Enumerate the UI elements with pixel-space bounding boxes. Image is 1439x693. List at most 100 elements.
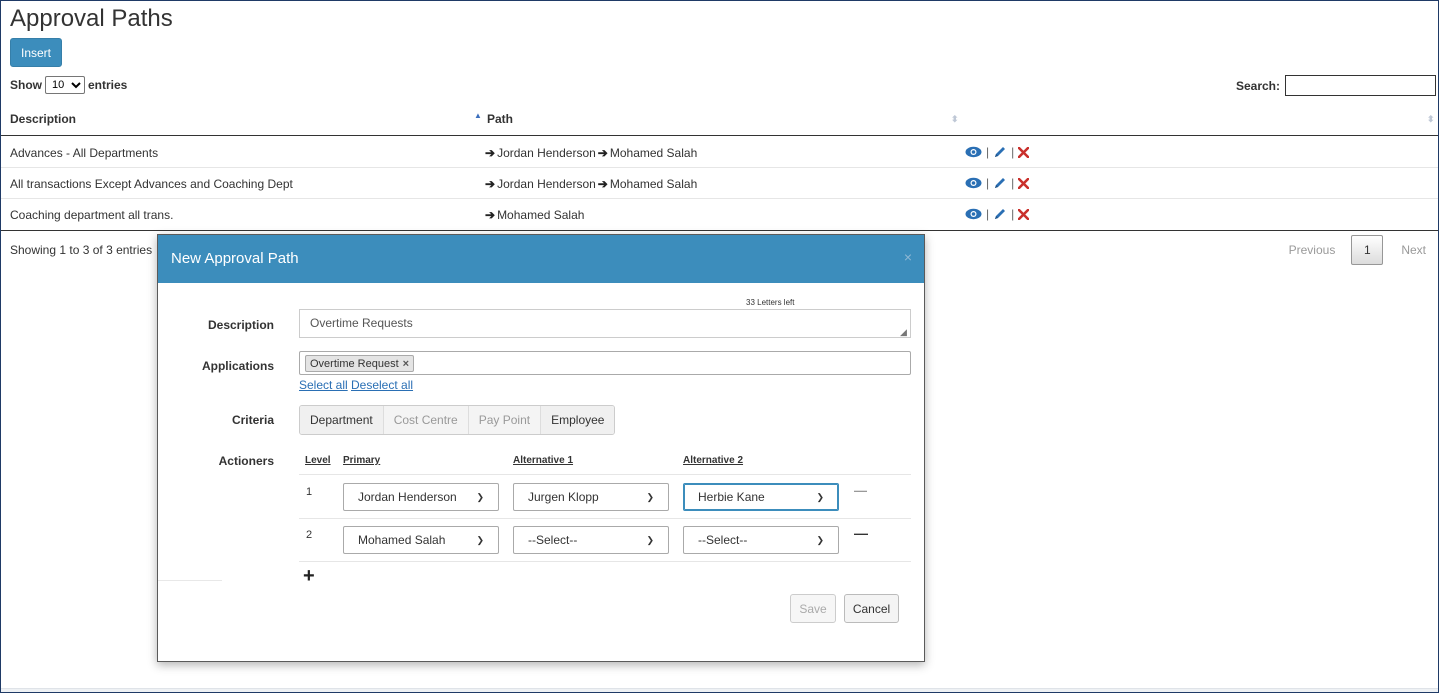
divider xyxy=(158,580,222,581)
path-step: Mohamed Salah xyxy=(497,208,585,222)
dialog-title: New Approval Path xyxy=(171,250,299,267)
chevron-down-icon: ❯ xyxy=(646,534,654,545)
column-header-description[interactable]: Description xyxy=(10,112,76,126)
application-chip: Overtime Request × xyxy=(305,355,415,372)
divider xyxy=(299,561,911,562)
arrow-right-icon: ➔ xyxy=(485,146,496,160)
actioner-level: 2 xyxy=(306,529,313,541)
view-icon[interactable] xyxy=(965,208,982,220)
cancel-button[interactable]: Cancel xyxy=(844,594,899,623)
table-row: All transactions Except Advances and Coa… xyxy=(1,168,1438,199)
remove-level-icon[interactable]: — xyxy=(854,525,868,541)
edit-icon[interactable] xyxy=(993,207,1007,221)
pagination: Previous 1 Next xyxy=(1289,235,1426,265)
save-button[interactable]: Save xyxy=(790,594,836,623)
search-input[interactable] xyxy=(1285,75,1436,96)
select-value: Jordan Henderson xyxy=(358,490,457,504)
page-1-button[interactable]: 1 xyxy=(1351,235,1384,265)
insert-button[interactable]: Insert xyxy=(10,38,62,67)
entries-label: entries xyxy=(88,78,128,92)
table-row: Coaching department all trans. ➔ Mohamed… xyxy=(1,199,1438,230)
primary-actioner-select[interactable]: Mohamed Salah ❯ xyxy=(343,526,499,554)
arrow-right-icon: ➔ xyxy=(597,177,608,191)
letters-left-counter: 33 Letters left xyxy=(746,298,795,307)
separator: | xyxy=(986,176,990,190)
alternative-1-select[interactable]: Jurgen Klopp ❯ xyxy=(513,483,669,511)
criteria-cost-centre-button[interactable]: Cost Centre xyxy=(383,406,469,434)
select-all-link[interactable]: Select all xyxy=(299,378,348,392)
description-field[interactable]: Overtime Requests xyxy=(299,309,911,338)
previous-page-button[interactable]: Previous xyxy=(1289,243,1336,257)
description-label: Description xyxy=(207,318,274,332)
select-value: --Select-- xyxy=(698,533,748,547)
row-description: Coaching department all trans. xyxy=(10,208,174,222)
column-header-path[interactable]: Path xyxy=(487,112,513,126)
criteria-department-button[interactable]: Department xyxy=(300,406,384,434)
separator: | xyxy=(1011,176,1015,190)
add-level-icon[interactable]: + xyxy=(303,565,315,588)
divider xyxy=(299,518,911,519)
show-label: Show xyxy=(10,78,42,92)
path-step: Jordan Henderson xyxy=(497,177,596,191)
criteria-label: Criteria xyxy=(231,413,274,427)
criteria-pay-point-button[interactable]: Pay Point xyxy=(468,406,542,434)
select-value: Herbie Kane xyxy=(698,490,765,504)
primary-actioner-select[interactable]: Jordan Henderson ❯ xyxy=(343,483,499,511)
row-description: Advances - All Departments xyxy=(10,146,159,160)
page-size-select[interactable]: 10 xyxy=(45,76,85,94)
applications-multiselect[interactable]: Overtime Request × xyxy=(299,351,911,375)
table-info: Showing 1 to 3 of 3 entries xyxy=(10,243,153,257)
row-actions: | | xyxy=(965,176,1030,190)
page-size-control: Show 10 entries xyxy=(10,76,127,94)
alternative-2-select[interactable]: Herbie Kane ❯ xyxy=(683,483,839,511)
path-step: Mohamed Salah xyxy=(609,177,698,191)
chevron-down-icon: ❯ xyxy=(476,491,484,502)
row-actions: | | xyxy=(965,145,1030,159)
view-icon[interactable] xyxy=(965,146,982,158)
path-step: Jordan Henderson xyxy=(497,146,596,160)
table-row: Advances - All Departments ➔ Jordan Hend… xyxy=(1,137,1438,168)
level-column-header: Level xyxy=(305,455,331,466)
deselect-all-link[interactable]: Deselect all xyxy=(351,378,413,392)
alternative-1-select[interactable]: --Select-- ❯ xyxy=(513,526,669,554)
separator: | xyxy=(1011,145,1015,159)
criteria-employee-button[interactable]: Employee xyxy=(541,406,615,434)
remove-level-icon[interactable]: — xyxy=(854,483,867,498)
row-path: ➔ Mohamed Salah xyxy=(485,208,584,222)
delete-icon[interactable] xyxy=(1018,208,1030,220)
path-step: Mohamed Salah xyxy=(609,146,698,160)
select-value: Jurgen Klopp xyxy=(528,490,599,504)
select-value: Mohamed Salah xyxy=(358,533,446,547)
chevron-down-icon: ❯ xyxy=(816,534,824,545)
table-header: Description ▲ Path ⬍ ⬍ xyxy=(1,104,1438,136)
row-actions: | | xyxy=(965,207,1030,221)
actioner-level: 1 xyxy=(306,486,313,498)
actioners-label: Actioners xyxy=(218,454,274,468)
remove-chip-icon[interactable]: × xyxy=(403,358,409,370)
select-value: --Select-- xyxy=(528,533,578,547)
chip-label: Overtime Request xyxy=(310,357,399,370)
chevron-down-icon: ❯ xyxy=(816,491,824,502)
separator: | xyxy=(986,145,990,159)
sort-asc-icon: ▲ xyxy=(474,111,482,120)
separator: | xyxy=(986,207,990,221)
close-icon[interactable]: × xyxy=(904,249,912,265)
sort-icon[interactable]: ⬍ xyxy=(951,114,959,125)
delete-icon[interactable] xyxy=(1018,146,1030,158)
sort-icon[interactable]: ⬍ xyxy=(1427,114,1435,125)
next-page-button[interactable]: Next xyxy=(1401,243,1426,257)
resize-handle-icon[interactable]: ◢ xyxy=(900,327,907,338)
table-bottom-border xyxy=(1,230,1438,231)
alternative-2-select[interactable]: --Select-- ❯ xyxy=(683,526,839,554)
primary-column-header: Primary xyxy=(343,455,381,466)
edit-icon[interactable] xyxy=(993,176,1007,190)
dialog-header: New Approval Path × xyxy=(158,235,924,283)
applications-label: Applications xyxy=(201,359,274,373)
arrow-right-icon: ➔ xyxy=(485,208,496,222)
chevron-down-icon: ❯ xyxy=(646,491,654,502)
alternative-1-column-header: Alternative 1 xyxy=(513,455,574,466)
page-footer-band xyxy=(1,688,1438,692)
delete-icon[interactable] xyxy=(1018,177,1030,189)
edit-icon[interactable] xyxy=(993,145,1007,159)
view-icon[interactable] xyxy=(965,177,982,189)
